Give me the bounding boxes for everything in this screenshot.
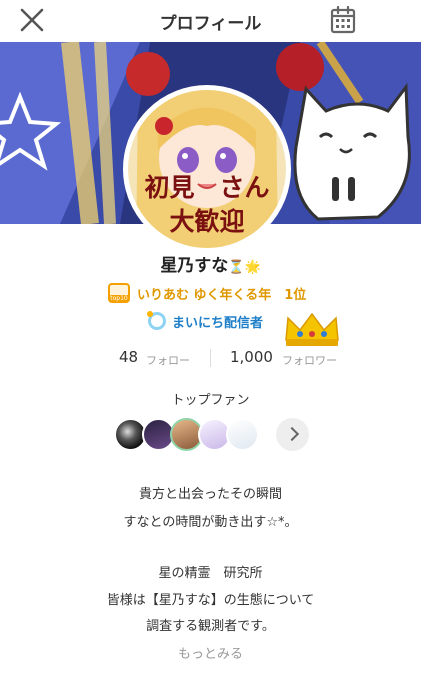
top-fans-heading: トップファン xyxy=(171,393,250,408)
top-fans-more-button[interactable] xyxy=(276,418,309,451)
top10-badge-label: top10 xyxy=(110,295,128,302)
profile-name: 星乃すな⏳🌟 xyxy=(0,251,421,276)
daily-streamer-icon xyxy=(147,311,166,330)
page-title: プロフィール xyxy=(159,14,262,34)
rank-text: いりあむ ゆく年くる年 1位 xyxy=(137,287,307,303)
bio-line: 皆様は【星乃すな】の生態について xyxy=(106,593,315,608)
avatar-caption-line2: 大歓迎 xyxy=(169,207,245,236)
daily-streamer-text: まいにち配信者 xyxy=(172,315,264,331)
following-count[interactable]: 48 xyxy=(119,348,138,366)
bio-line: 星の精霊 研究所 xyxy=(158,566,263,581)
calendar-icon[interactable] xyxy=(329,5,357,35)
crown-icon xyxy=(285,312,339,346)
avatar[interactable]: 初見 さん 大歓迎 xyxy=(123,85,291,253)
bio-line: すなとの時間が動き出す☆*。 xyxy=(123,515,298,530)
daily-streamer-row[interactable]: まいにち配信者 xyxy=(147,311,264,331)
profile-name-text: 星乃すな xyxy=(160,256,229,276)
bio-line: 調査する観測者です。 xyxy=(146,619,275,634)
avatar-caption-line1: 初見 さん xyxy=(144,173,270,202)
followers-count[interactable]: 1,000 xyxy=(230,348,273,366)
top-fan-avatar[interactable] xyxy=(226,418,259,451)
rank-badge-row[interactable]: top10 いりあむ ゆく年くる年 1位 xyxy=(108,283,306,303)
stats-divider xyxy=(210,349,211,367)
header-bar: プロフィール xyxy=(0,0,421,42)
following-label[interactable]: フォロー xyxy=(146,352,190,368)
follow-stats: 48 フォロー 1,000 フォロワー xyxy=(0,347,421,369)
cat-mascot-icon xyxy=(293,82,411,221)
profile-name-suffix: ⏳🌟 xyxy=(228,260,261,275)
top10-badge-icon: top10 xyxy=(108,283,130,303)
followers-label[interactable]: フォロワー xyxy=(282,352,337,368)
bio-line: 貴方と出会ったその瞬間 xyxy=(138,487,282,502)
show-more-link[interactable]: もっとみる xyxy=(0,643,421,662)
